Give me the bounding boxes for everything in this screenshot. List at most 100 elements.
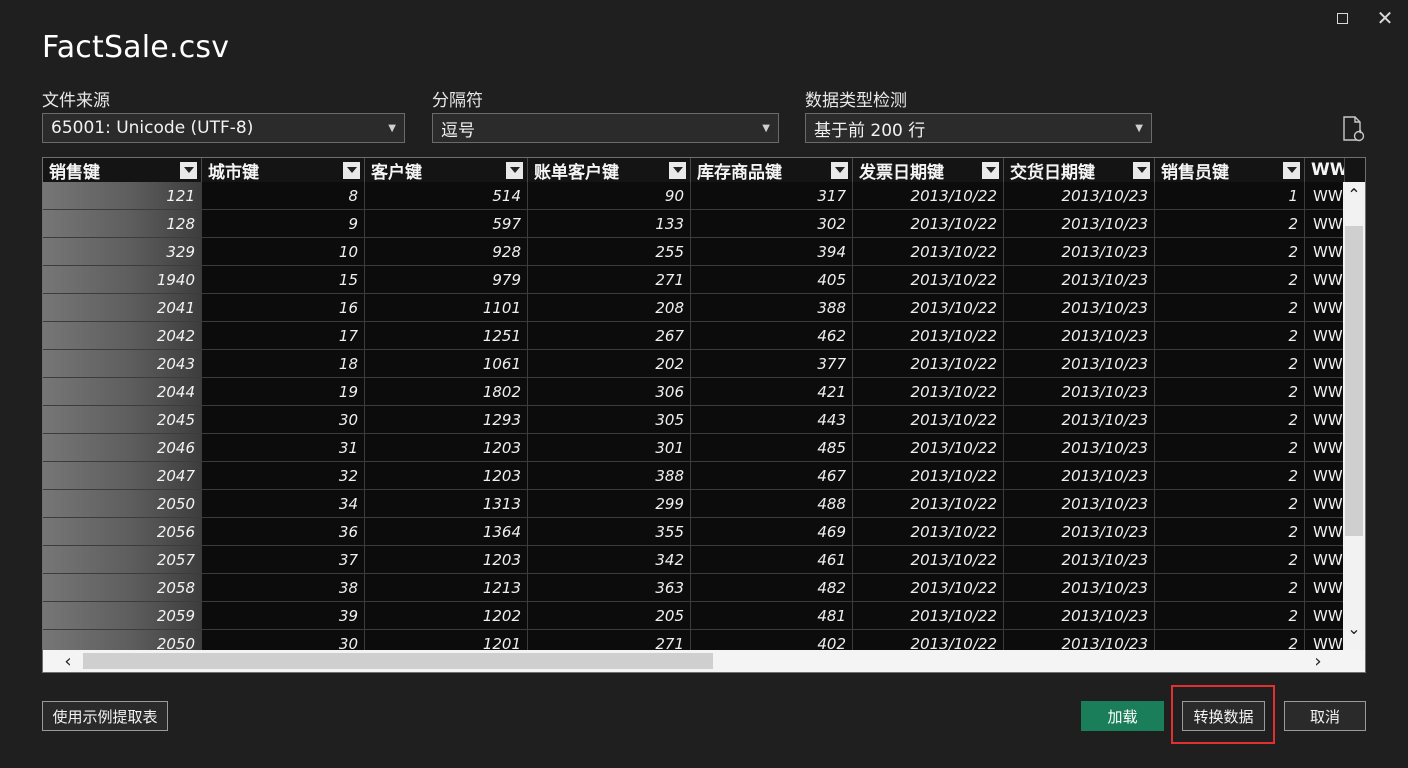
table-cell: 1940	[43, 266, 202, 294]
table-cell: 481	[691, 602, 853, 630]
table-cell: 2	[1155, 294, 1305, 322]
table-cell: 514	[365, 182, 528, 210]
column-header[interactable]: WWI...	[1305, 158, 1345, 182]
column-header-label: 城市键	[208, 162, 259, 183]
table-cell: 1203	[365, 434, 528, 462]
table-cell: 2013/10/23	[1004, 490, 1155, 518]
table-cell: 928	[365, 238, 528, 266]
table-cell: WWI	[1305, 602, 1345, 630]
column-header[interactable]: 销售键	[43, 158, 202, 183]
table-cell: 2013/10/23	[1004, 546, 1155, 574]
table-cell: 2	[1155, 266, 1305, 294]
scroll-right-icon[interactable]: ›	[1303, 650, 1333, 672]
table-cell: 32	[202, 462, 365, 490]
horizontal-scrollbar[interactable]: ‹ ›	[43, 650, 1365, 672]
file-origin-label: 文件来源	[42, 91, 110, 111]
table-cell: 2013/10/22	[853, 406, 1004, 434]
table-cell: WWI	[1305, 266, 1345, 294]
column-header[interactable]: 客户键	[365, 158, 528, 183]
filter-dropdown-icon[interactable]	[1133, 161, 1150, 179]
table-row: 2059 39 1202 205 481 2013/10/22 2013/10/23 2 WWI	[43, 602, 1365, 630]
table-cell: 979	[365, 266, 528, 294]
filter-dropdown-icon[interactable]	[1283, 161, 1300, 179]
horizontal-scroll-thumb[interactable]	[83, 653, 713, 669]
table-cell: 202	[528, 350, 691, 378]
scroll-up-icon[interactable]: ⌃	[1343, 184, 1365, 204]
column-header-label: 销售键	[49, 162, 100, 183]
table-cell: 2058	[43, 574, 202, 602]
table-cell: 342	[528, 546, 691, 574]
table-cell: 2013/10/23	[1004, 462, 1155, 490]
table-cell: 2042	[43, 322, 202, 350]
scroll-left-icon[interactable]: ‹	[53, 650, 83, 672]
table-row: 2046 31 1203 301 485 2013/10/22 2013/10/23 2 WWI	[43, 434, 1365, 462]
table-cell: 2056	[43, 518, 202, 546]
table-cell: 121	[43, 182, 202, 210]
table-cell: WWI	[1305, 210, 1345, 238]
filter-dropdown-icon[interactable]	[982, 161, 999, 179]
table-cell: 2013/10/22	[853, 518, 1004, 546]
table-cell: 2043	[43, 350, 202, 378]
table-cell: 18	[202, 350, 365, 378]
column-header-label: 库存商品键	[697, 162, 782, 183]
document-refresh-icon[interactable]	[1340, 115, 1366, 143]
table-cell: 2013/10/23	[1004, 182, 1155, 210]
load-button[interactable]: 加载	[1081, 701, 1164, 731]
maximize-button[interactable]	[1330, 6, 1354, 30]
column-header[interactable]: 销售员键	[1155, 158, 1305, 183]
table-cell: 469	[691, 518, 853, 546]
table-cell: 9	[202, 210, 365, 238]
table-row: 329 10 928 255 394 2013/10/22 2013/10/23 2 WWI	[43, 238, 1365, 266]
scroll-down-icon[interactable]: ⌄	[1343, 618, 1365, 638]
table-cell: 2013/10/22	[853, 462, 1004, 490]
column-header-label: 客户键	[371, 162, 422, 183]
table-cell: 2	[1155, 378, 1305, 406]
table-cell: 421	[691, 378, 853, 406]
table-cell: 34	[202, 490, 365, 518]
table-cell: 37	[202, 546, 365, 574]
filter-dropdown-icon[interactable]	[343, 161, 360, 179]
delimiter-select[interactable]: 逗号 ▼	[432, 113, 779, 143]
column-header[interactable]: 账单客户键	[528, 158, 691, 183]
table-row: 2050 34 1313 299 488 2013/10/22 2013/10/23 2 WWI	[43, 490, 1365, 518]
chevron-down-icon: ▼	[762, 122, 770, 134]
table-cell: 17	[202, 322, 365, 350]
column-header-label: 账单客户键	[534, 162, 619, 183]
filter-dropdown-icon[interactable]	[669, 161, 686, 179]
filter-dropdown-icon[interactable]	[506, 161, 523, 179]
vertical-scroll-thumb[interactable]	[1345, 226, 1363, 536]
column-header[interactable]: 交货日期键	[1004, 158, 1155, 183]
table-cell: 255	[528, 238, 691, 266]
filter-dropdown-icon[interactable]	[831, 161, 848, 179]
table-cell: 305	[528, 406, 691, 434]
table-cell: 1293	[365, 406, 528, 434]
table-cell: 15	[202, 266, 365, 294]
vertical-scrollbar[interactable]: ⌃ ⌄	[1343, 182, 1365, 650]
extract-table-using-examples-button[interactable]: 使用示例提取表	[42, 701, 168, 731]
table-row: 128 9 597 133 302 2013/10/22 2013/10/23 2 WWI	[43, 210, 1365, 238]
table-cell: 394	[691, 238, 853, 266]
table-cell: 301	[528, 434, 691, 462]
import-dialog: ✕ FactSale.csv 文件来源 65001: Unicode (UTF-…	[0, 0, 1408, 768]
table-cell: 1	[1155, 182, 1305, 210]
table-cell: 363	[528, 574, 691, 602]
cancel-button[interactable]: 取消	[1284, 701, 1366, 731]
column-header[interactable]: 发票日期键	[853, 158, 1004, 183]
type-detection-select[interactable]: 基于前 200 行 ▼	[805, 113, 1152, 143]
table-cell: 2013/10/23	[1004, 266, 1155, 294]
table-cell: 461	[691, 546, 853, 574]
table-cell: 2	[1155, 406, 1305, 434]
column-header[interactable]: 城市键	[202, 158, 365, 183]
table-cell: 2013/10/22	[853, 182, 1004, 210]
table-cell: 317	[691, 182, 853, 210]
table-cell: 2050	[43, 490, 202, 518]
table-cell: 2047	[43, 462, 202, 490]
column-header[interactable]: 库存商品键	[691, 158, 853, 183]
close-button[interactable]: ✕	[1373, 6, 1397, 30]
filter-dropdown-icon[interactable]	[180, 161, 197, 179]
table-cell: 2013/10/22	[853, 322, 1004, 350]
table-cell: 482	[691, 574, 853, 602]
table-cell: 1203	[365, 462, 528, 490]
file-origin-select[interactable]: 65001: Unicode (UTF-8) ▼	[42, 113, 405, 143]
table-cell: 2	[1155, 350, 1305, 378]
